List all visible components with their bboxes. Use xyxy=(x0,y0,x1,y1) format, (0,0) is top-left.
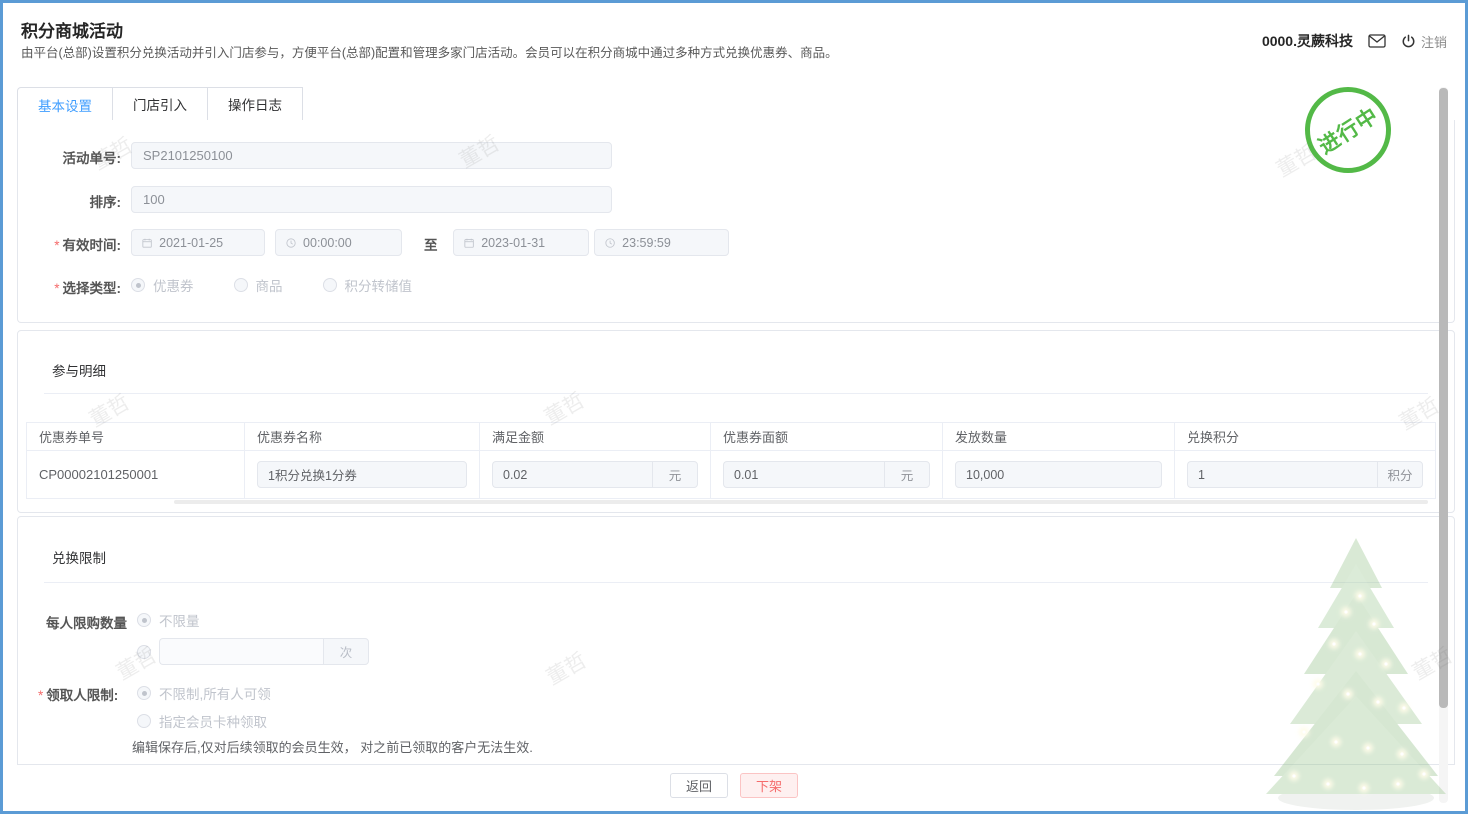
tab-basic-settings[interactable]: 基本设置 xyxy=(17,87,113,122)
restriction-card: 兑换限制 每人限购数量 不限量 次 * 领取人限制: 不限制,所有人可领 指定会员… xyxy=(17,516,1455,765)
coupon-table: 优惠券单号 优惠券名称 满足金额 优惠券面额 发放数量 兑换积分 CP00002… xyxy=(26,422,1436,499)
coupon-no-cell: CP00002101250001 xyxy=(27,451,245,498)
basic-settings-card: 活动单号: 排序: *有效时间: 至 *选择类型: 优惠券 商品 积分转储值 xyxy=(17,120,1455,323)
sort-input[interactable] xyxy=(131,186,612,213)
min-amount-cell: 元 xyxy=(480,451,711,498)
valid-time-label: * 有效时间: xyxy=(54,238,121,253)
start-time-picker[interactable] xyxy=(275,229,402,256)
points-input[interactable] xyxy=(1187,461,1377,488)
table-header-row: 优惠券单号 优惠券名称 满足金额 优惠券面额 发放数量 兑换积分 xyxy=(27,423,1435,451)
face-value-unit: 元 xyxy=(884,461,930,488)
radio-points-stored-value-label: 积分转储值 xyxy=(344,279,413,294)
end-time-picker[interactable] xyxy=(594,229,729,256)
section-divider xyxy=(44,582,1428,583)
radio-unrestricted-receiver-label: 不限制,所有人可领 xyxy=(159,687,271,702)
calendar-icon xyxy=(464,238,474,248)
radio-coupon-label: 优惠券 xyxy=(153,279,194,294)
participation-section-title: 参与明细 xyxy=(52,364,106,379)
receiver-note: 编辑保存后,仅对后续领取的会员生效， 对之前已领取的客户无法生效. xyxy=(132,740,533,755)
col-points: 兑换积分 xyxy=(1175,423,1435,451)
envelope-icon[interactable] xyxy=(1368,34,1386,48)
horizontal-scrollbar[interactable] xyxy=(174,500,1428,504)
logout-button[interactable]: 注销 xyxy=(1401,32,1447,51)
account-name: 0000.灵蕨科技 xyxy=(1261,33,1353,49)
account-bar: 0000.灵蕨科技 注销 xyxy=(1262,31,1447,51)
col-issue-qty: 发放数量 xyxy=(943,423,1175,451)
radio-points-stored-value[interactable] xyxy=(322,278,337,292)
footer-actions: 返回 下架 xyxy=(3,773,1465,798)
start-time-input[interactable] xyxy=(303,235,391,250)
vertical-scrollbar-thumb[interactable] xyxy=(1439,88,1448,708)
status-stamp: 进行中 xyxy=(1305,87,1391,173)
radio-limited-qty[interactable] xyxy=(137,644,151,659)
issue-qty-cell xyxy=(943,451,1175,498)
radio-product-label: 商品 xyxy=(255,279,283,294)
col-coupon-no: 优惠券单号 xyxy=(27,423,245,451)
sort-label: 排序: xyxy=(89,195,122,210)
coupon-name-input[interactable] xyxy=(257,461,467,488)
type-label: * 选择类型: xyxy=(54,281,121,296)
points-cell: 积分 xyxy=(1175,451,1435,498)
radio-unlimited-qty[interactable] xyxy=(137,613,151,627)
restriction-section-title: 兑换限制 xyxy=(52,551,106,566)
back-button[interactable]: 返回 xyxy=(669,773,728,798)
per-person-unlimited-option: 不限量 xyxy=(137,610,200,630)
radio-unlimited-qty-label: 不限量 xyxy=(159,614,200,629)
min-amount-unit: 元 xyxy=(652,461,698,488)
type-radio-group: 优惠券 商品 积分转储值 xyxy=(131,275,412,295)
col-coupon-name: 优惠券名称 xyxy=(245,423,480,451)
times-unit: 次 xyxy=(323,638,369,665)
start-date-input[interactable] xyxy=(159,235,254,250)
col-min-amount: 满足金额 xyxy=(480,423,711,451)
status-stamp-label: 进行中 xyxy=(1314,103,1383,159)
required-asterisk: * xyxy=(38,688,44,703)
radio-product[interactable] xyxy=(233,278,248,292)
limit-times-input[interactable] xyxy=(159,638,323,665)
radio-coupon[interactable] xyxy=(131,278,145,292)
page-title: 积分商城活动 xyxy=(21,22,123,41)
receiver-limit-label: * 领取人限制: xyxy=(38,688,119,703)
power-icon xyxy=(1401,34,1416,49)
receiver-card-option: 指定会员卡种领取 xyxy=(137,711,267,731)
participation-card: 参与明细 优惠券单号 优惠券名称 满足金额 优惠券面额 发放数量 兑换积分 CP… xyxy=(17,330,1455,513)
radio-card-receiver[interactable] xyxy=(137,714,151,728)
points-mall-activity-page: { "colors": { "accent": "#409eff", "stat… xyxy=(0,0,1468,814)
clock-icon xyxy=(605,237,615,248)
date-range-separator: 至 xyxy=(424,238,438,253)
tab-store-import[interactable]: 门店引入 xyxy=(113,87,208,121)
page-description: 由平台(总部)设置积分兑换活动并引入门店参与，方便平台(总部)配置和管理多家门店… xyxy=(21,46,838,60)
col-face-value: 优惠券面额 xyxy=(711,423,943,451)
points-unit: 积分 xyxy=(1377,461,1423,488)
radio-card-receiver-label: 指定会员卡种领取 xyxy=(159,715,267,730)
section-divider xyxy=(44,393,1428,394)
required-asterisk: * xyxy=(54,238,60,253)
issue-qty-input[interactable] xyxy=(955,461,1162,488)
per-person-limited-option: 次 xyxy=(137,638,369,665)
clock-icon xyxy=(286,237,296,248)
coupon-name-cell xyxy=(245,451,480,498)
end-date-input[interactable] xyxy=(481,235,578,250)
tab-bar: 基本设置 门店引入 操作日志 xyxy=(17,87,1455,122)
end-time-input[interactable] xyxy=(622,235,718,250)
start-date-picker[interactable] xyxy=(131,229,265,256)
per-person-limit-label: 每人限购数量 xyxy=(46,616,127,631)
activity-no-input[interactable] xyxy=(131,142,612,169)
receiver-unlimited-option: 不限制,所有人可领 xyxy=(137,683,271,703)
radio-unrestricted-receiver[interactable] xyxy=(137,686,151,700)
face-value-cell: 元 xyxy=(711,451,943,498)
activity-no-label: 活动单号: xyxy=(62,151,122,166)
takedown-button[interactable]: 下架 xyxy=(740,773,799,798)
table-row: CP00002101250001 元 元 xyxy=(27,451,1435,498)
face-value-input[interactable] xyxy=(723,461,884,488)
min-amount-input[interactable] xyxy=(492,461,652,488)
logout-label: 注销 xyxy=(1420,34,1447,50)
calendar-icon xyxy=(142,238,152,248)
tab-operation-log[interactable]: 操作日志 xyxy=(208,87,303,121)
required-asterisk: * xyxy=(54,281,60,296)
end-date-picker[interactable] xyxy=(453,229,589,256)
